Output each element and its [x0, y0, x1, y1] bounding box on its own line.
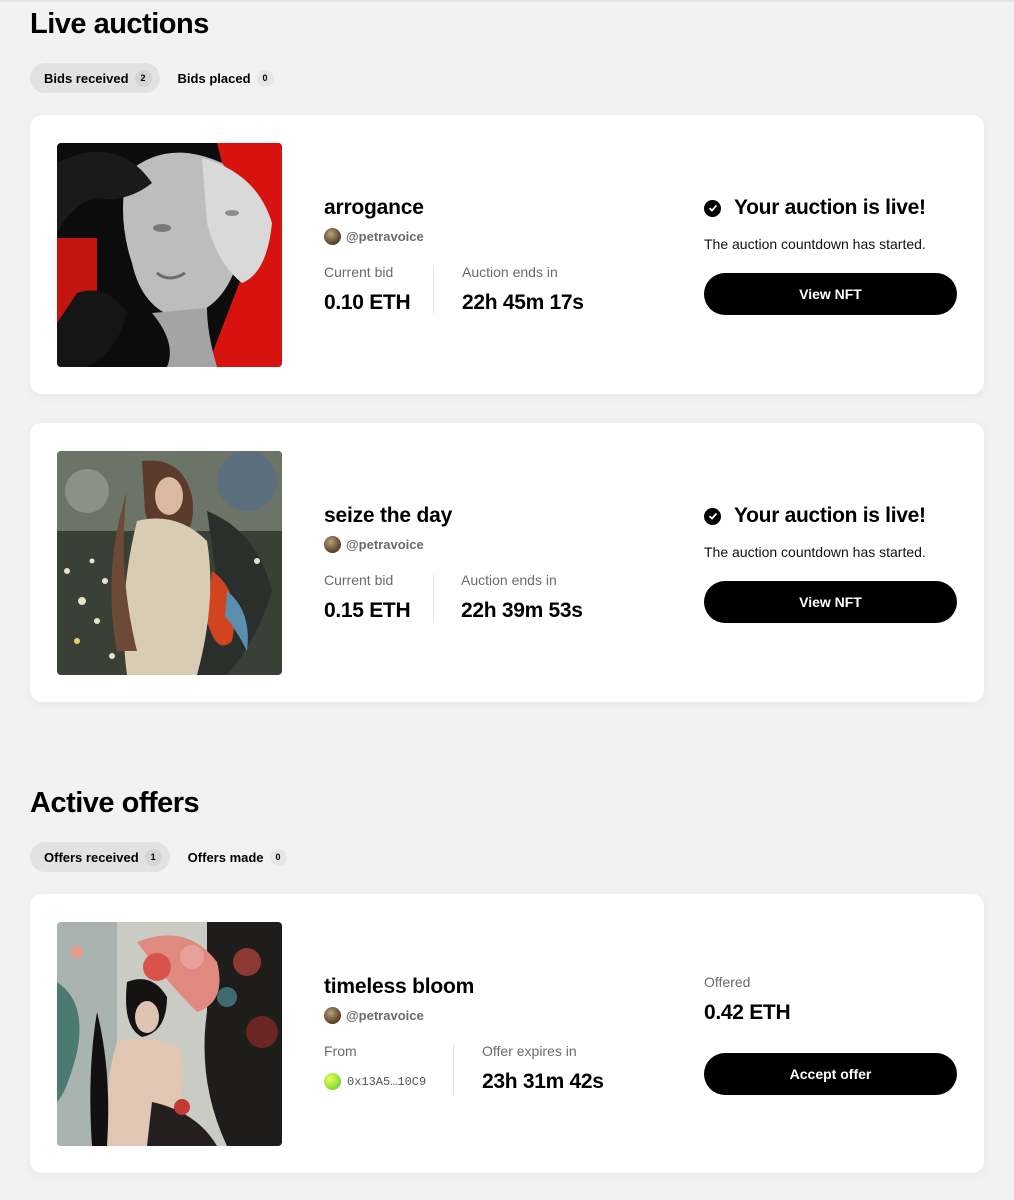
check-circle-icon [704, 199, 721, 217]
current-bid-value: 0.15 ETH [324, 599, 411, 622]
live-auctions-tabs: Bids received 2 Bids placed 0 [30, 63, 286, 93]
auction-status-heading: Your auction is live! [704, 196, 926, 220]
tab-offers-made[interactable]: Offers made 0 [174, 842, 295, 872]
auction-card: seize the day @petravoice Current bid 0.… [30, 423, 984, 702]
avatar [324, 228, 341, 245]
offer-from: From 0x13A5…10C9 [324, 1043, 426, 1090]
view-nft-button[interactable]: View NFT [704, 273, 957, 315]
tab-label: Offers received [44, 849, 139, 865]
status-subtext: The auction countdown has started. [704, 544, 926, 560]
auction-ends: Auction ends in 22h 45m 17s [462, 264, 584, 315]
top-divider [0, 0, 1014, 2]
offer-expires-label: Offer expires in [482, 1043, 577, 1059]
status-heading-text: Your auction is live! [734, 504, 926, 527]
offer-expires: Offer expires in 23h 31m 42s [482, 1043, 604, 1094]
live-auctions-title: Live auctions [30, 8, 209, 40]
auction-ends-label: Auction ends in [462, 264, 558, 280]
creator-link[interactable]: @petravoice [324, 228, 424, 245]
tab-count-badge: 0 [256, 69, 274, 87]
auction-countdown: 22h 45m 17s [462, 291, 584, 314]
active-offers-tabs: Offers received 1 Offers made 0 [30, 842, 299, 872]
tab-bids-placed[interactable]: Bids placed 0 [164, 63, 282, 93]
current-bid-label: Current bid [324, 264, 394, 280]
offered-value: 0.42 ETH [704, 1001, 791, 1024]
view-nft-button[interactable]: View NFT [704, 581, 957, 623]
stat-divider [433, 265, 434, 315]
tab-label: Bids received [44, 70, 129, 86]
creator-handle: @petravoice [346, 537, 424, 552]
nft-thumbnail[interactable] [57, 143, 282, 367]
creator-link[interactable]: @petravoice [324, 1007, 424, 1024]
tab-count-badge: 1 [144, 848, 162, 866]
nft-artwork-image [57, 143, 282, 367]
tab-bids-received[interactable]: Bids received 2 [30, 63, 160, 93]
active-offers-title: Active offers [30, 787, 200, 819]
offer-card: timeless bloom @petravoice From 0x13A5…1… [30, 894, 984, 1173]
auction-ends-label: Auction ends in [461, 572, 557, 588]
tab-count-badge: 0 [269, 848, 287, 866]
nft-title[interactable]: arrogance [324, 196, 424, 220]
wallet-avatar [324, 1073, 341, 1090]
current-bid-label: Current bid [324, 572, 394, 588]
accept-offer-button[interactable]: Accept offer [704, 1053, 957, 1095]
tab-label: Offers made [187, 849, 264, 865]
tab-count-badge: 2 [134, 69, 152, 87]
auction-countdown: 22h 39m 53s [461, 599, 583, 622]
creator-handle: @petravoice [346, 229, 424, 244]
current-bid: Current bid 0.10 ETH [324, 264, 411, 315]
nft-thumbnail[interactable] [57, 451, 282, 675]
nft-title[interactable]: timeless bloom [324, 975, 474, 999]
wallet-address: 0x13A5…10C9 [347, 1074, 427, 1089]
avatar [324, 1007, 341, 1024]
current-bid-value: 0.10 ETH [324, 291, 411, 314]
nft-title[interactable]: seize the day [324, 504, 452, 528]
offered-amount: Offered 0.42 ETH [704, 974, 791, 1025]
stat-divider [433, 573, 434, 623]
auction-ends: Auction ends in 22h 39m 53s [461, 572, 583, 623]
stat-divider [453, 1044, 454, 1094]
auction-status-heading: Your auction is live! [704, 504, 926, 528]
tab-offers-received[interactable]: Offers received 1 [30, 842, 170, 872]
offer-countdown: 23h 31m 42s [482, 1070, 604, 1093]
nft-thumbnail[interactable] [57, 922, 282, 1146]
offered-label: Offered [704, 974, 751, 990]
current-bid: Current bid 0.15 ETH [324, 572, 411, 623]
status-subtext: The auction countdown has started. [704, 236, 926, 252]
from-wallet-row[interactable]: 0x13A5…10C9 [324, 1073, 426, 1090]
auction-card: arrogance @petravoice Current bid 0.10 E… [30, 115, 984, 394]
from-label: From [324, 1043, 357, 1059]
check-circle-icon [704, 507, 721, 525]
tab-label: Bids placed [177, 70, 251, 86]
creator-handle: @petravoice [346, 1008, 424, 1023]
creator-link[interactable]: @petravoice [324, 536, 424, 553]
status-heading-text: Your auction is live! [734, 196, 926, 219]
avatar [324, 536, 341, 553]
nft-artwork-image [57, 451, 282, 675]
nft-artwork-image [57, 922, 282, 1146]
